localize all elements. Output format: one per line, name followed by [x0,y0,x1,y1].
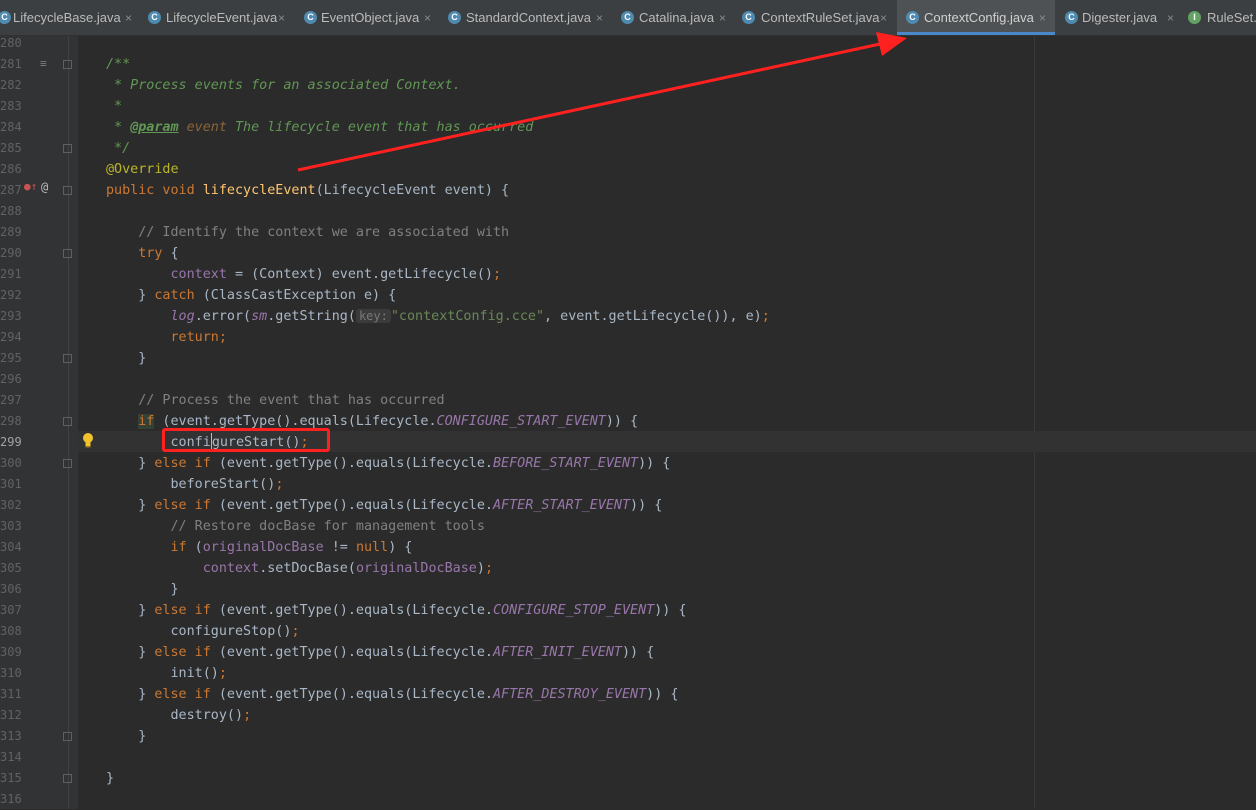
annotation-arrow [297,32,907,172]
